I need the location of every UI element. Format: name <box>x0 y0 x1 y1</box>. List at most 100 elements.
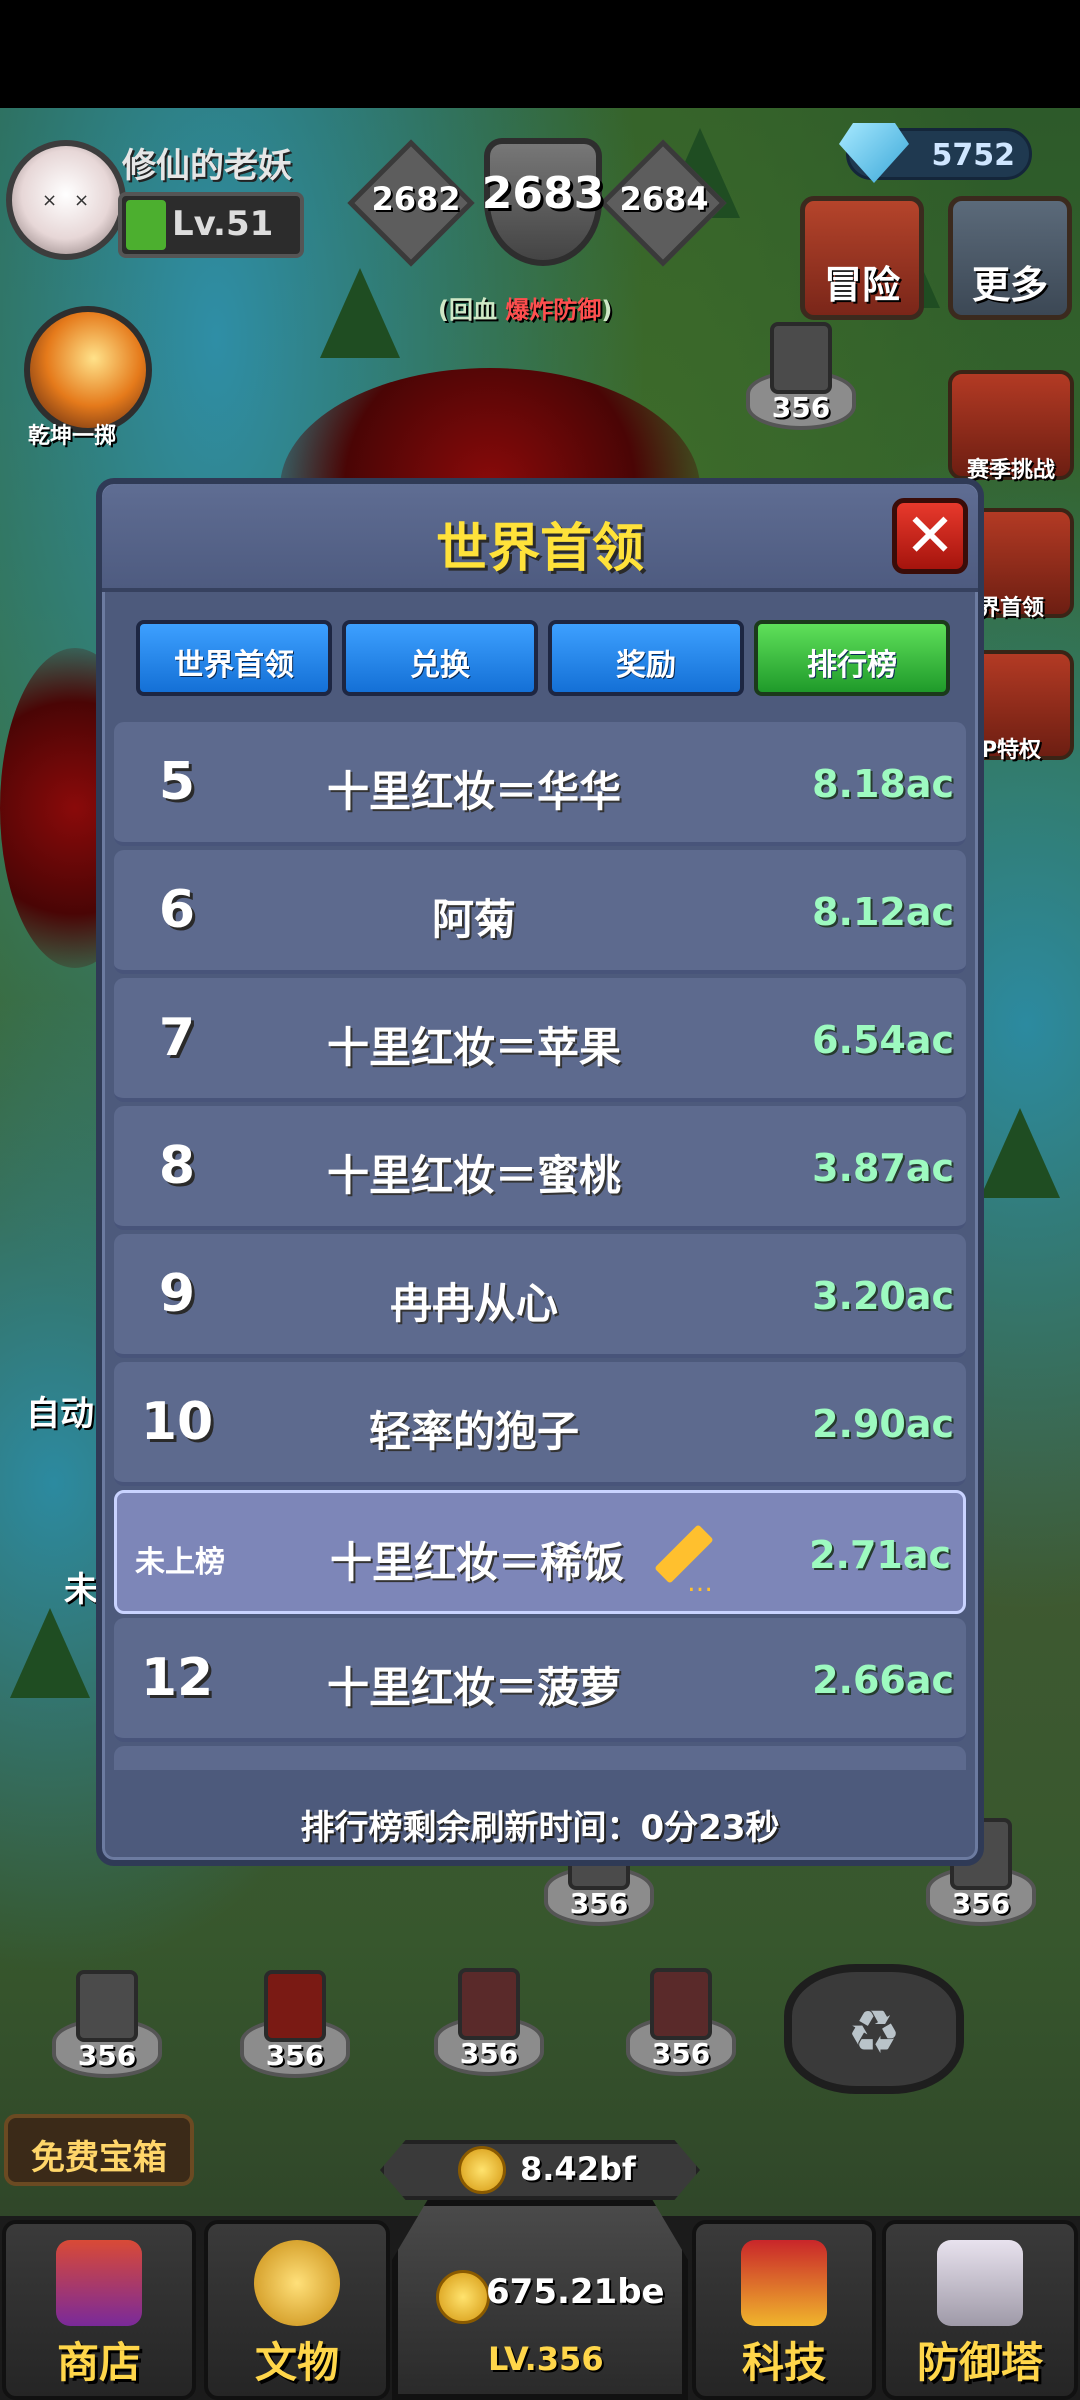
tab-leaderboard-label: 排行榜 <box>807 648 897 683</box>
pencil-dots: … <box>687 1568 713 1598</box>
stage-hint-highlight: 爆炸防御 <box>505 296 602 324</box>
center-amount: 675.21be <box>486 2272 665 2312</box>
recycle-icon: ♻ <box>847 1998 901 2068</box>
leaderboard-row[interactable] <box>114 1746 966 1770</box>
row-score: 2.71ac <box>809 1533 951 1577</box>
tab-shop[interactable]: 商店 <box>2 2220 196 2400</box>
dialog-header: 世界首领 ✕ <box>102 484 978 592</box>
tab-towers[interactable]: 防御塔 <box>882 2220 1078 2400</box>
tab-tech[interactable]: 科技 <box>692 2220 876 2400</box>
gold-coin-icon <box>436 2270 490 2324</box>
skill-button[interactable] <box>24 306 152 434</box>
defense-tower[interactable]: 356 <box>240 1958 350 2078</box>
avatar-eye: × <box>42 190 58 211</box>
gold-coin-icon <box>458 2146 506 2194</box>
row-name: 十里红妆＝苹果 <box>326 1023 621 1072</box>
leaderboard-row-self[interactable]: 未上榜 十里红妆＝稀饭 … 2.71ac <box>114 1490 966 1614</box>
row-rank: 6 <box>158 880 196 940</box>
row-score: 2.90ac <box>812 1402 954 1446</box>
leaderboard-row[interactable]: 8 十里红妆＝蜜桃 3.87ac <box>114 1106 966 1230</box>
row-score: 3.20ac <box>812 1274 954 1318</box>
defense-tower[interactable]: 356 <box>746 310 856 430</box>
tower-level: 356 <box>77 2039 137 2072</box>
stage-hint-prefix: (回血 <box>438 296 506 324</box>
tech-icon <box>741 2240 827 2326</box>
stage-prev: 2682 <box>371 180 461 218</box>
auto-label[interactable]: 自动 <box>26 1386 94 1435</box>
tower-level: 356 <box>459 2037 519 2070</box>
tree <box>10 1608 90 1698</box>
edit-pencil-icon[interactable]: … <box>653 1519 723 1596</box>
more-label: 更多 <box>971 263 1048 307</box>
gem-counter[interactable]: 5752 <box>839 123 1032 183</box>
row-name: 十里红妆＝蜜桃 <box>326 1151 621 1200</box>
player-level: Lv.51 <box>172 204 274 244</box>
row-score: 6.54ac <box>812 1018 954 1062</box>
row-rank: 12 <box>140 1648 214 1708</box>
status-bar <box>0 0 1080 108</box>
player-name: 修仙的老妖 <box>122 146 292 186</box>
row-score: 2.66ac <box>812 1658 954 1702</box>
dialog-title: 世界首领 <box>435 519 644 579</box>
adventure-label: 冒险 <box>823 263 900 307</box>
skill-label: 乾坤一掷 <box>28 424 117 449</box>
gem-count: 5752 <box>931 138 1016 173</box>
relics-icon <box>254 2240 340 2326</box>
leaderboard-row[interactable]: 9 冉冉从心 3.20ac <box>114 1234 966 1358</box>
tab-relics[interactable]: 文物 <box>204 2220 390 2400</box>
game-screen: × × 修仙的老妖 Lv.51 2682 2684 2683 (回血 爆炸防御)… <box>0 0 1080 2400</box>
tab-rewards[interactable]: 奖励 <box>548 620 744 696</box>
row-rank: 10 <box>140 1392 214 1452</box>
tab-tech-label: 科技 <box>741 2338 826 2387</box>
leaderboard-row[interactable]: 12 十里红妆＝菠萝 2.66ac <box>114 1618 966 1742</box>
tower-level: 356 <box>569 1887 629 1920</box>
defense-tower[interactable]: 356 <box>52 1958 162 2078</box>
row-name: 冉冉从心 <box>389 1279 558 1328</box>
tab-relics-label: 文物 <box>254 2338 339 2387</box>
row-score: 8.12ac <box>812 890 954 934</box>
avatar-eye: × <box>74 190 90 211</box>
tab-towers-label: 防御塔 <box>916 2338 1043 2387</box>
season-challenge-button[interactable]: 赛季挑战 <box>948 370 1074 483</box>
close-button[interactable]: ✕ <box>892 498 968 574</box>
player-avatar[interactable]: × × <box>6 140 126 260</box>
adventure-button[interactable]: 冒险 <box>800 196 924 320</box>
more-button[interactable]: 更多 <box>948 196 1072 320</box>
shop-icon <box>56 2240 142 2326</box>
tab-world-boss[interactable]: 世界首领 <box>136 620 332 696</box>
tab-leaderboard[interactable]: 排行榜 <box>754 620 950 696</box>
leaderboard-row[interactable]: 6 阿菊 8.12ac <box>114 850 966 974</box>
leaderboard-row[interactable]: 5 十里红妆＝华华 8.18ac <box>114 722 966 846</box>
tower-level: 356 <box>771 391 831 424</box>
free-chest-button[interactable]: 免费宝箱 <box>4 2114 194 2186</box>
player-level-box: Lv.51 <box>118 192 304 258</box>
row-score: 3.87ac <box>812 1146 954 1190</box>
tower-body <box>770 322 832 394</box>
gold-amount: 8.42bf <box>520 2150 636 2188</box>
free-chest-label: 免费宝箱 <box>31 2138 167 2178</box>
level-progress-bar <box>126 200 166 250</box>
row-name: 十里红妆＝稀饭 <box>329 1538 624 1587</box>
row-rank: 未上榜 <box>135 1545 225 1580</box>
tower-body <box>76 1970 138 2042</box>
tab-exchange-label: 兑换 <box>410 648 470 683</box>
world-boss-dialog: 世界首领 ✕ 世界首领 兑换 奖励 排行榜 5 十里红妆＝华华 8.18ac 6… <box>96 478 984 1866</box>
defense-tower[interactable]: 356 <box>626 1956 736 2076</box>
recycle-bin[interactable]: ♻ <box>784 1964 964 2094</box>
stage-next: 2684 <box>619 180 709 218</box>
tab-exchange[interactable]: 兑换 <box>342 620 538 696</box>
row-rank: 7 <box>158 1008 196 1068</box>
tab-world-boss-label: 世界首领 <box>174 648 294 683</box>
leaderboard-list[interactable]: 5 十里红妆＝华华 8.18ac 6 阿菊 8.12ac 7 十里红妆＝苹果 6… <box>114 722 966 1770</box>
tower-body <box>264 1970 326 2042</box>
defense-tower[interactable]: 356 <box>434 1956 544 2076</box>
leaderboard-row[interactable]: 7 十里红妆＝苹果 6.54ac <box>114 978 966 1102</box>
tower-level: 356 <box>951 1887 1011 1920</box>
tower-body <box>458 1968 520 2040</box>
row-rank: 8 <box>158 1136 196 1196</box>
tab-shop-label: 商店 <box>56 2338 141 2387</box>
row-name: 阿菊 <box>431 895 516 944</box>
leaderboard-row[interactable]: 10 轻率的狍子 2.90ac <box>114 1362 966 1486</box>
tower-level: 356 <box>651 2037 711 2070</box>
side-left-label[interactable]: 未 <box>64 1562 98 1611</box>
